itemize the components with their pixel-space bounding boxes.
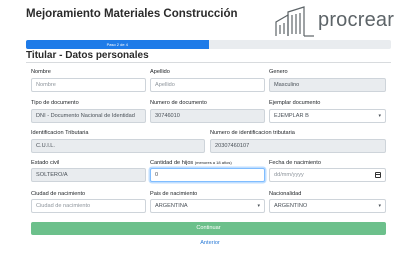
nacionalidad-select[interactable]: ARGENTINO ▾ [269,199,386,213]
section-divider [26,62,391,63]
numero-documento-field: 30746010 [150,109,265,123]
numero-identificacion-field: 20307460107 [210,139,386,153]
fecha-nacimiento-label: Fecha de nacimiento [269,160,321,166]
continue-button[interactable]: Continuar [31,222,386,235]
numero-documento-label: Numero de documento [150,100,207,106]
chevron-down-icon: ▾ [378,203,381,209]
nacionalidad-label: Nacionalidad [269,191,302,197]
cantidad-hijos-label: Cantidad de hijos (menores a 18 años) [150,160,232,166]
calendar-icon[interactable] [375,172,381,178]
chevron-down-icon: ▾ [378,113,381,119]
tipo-documento-field: DNI - Documento Nacional de Identidad [31,109,146,123]
pais-nacimiento-select[interactable]: ARGENTINA ▾ [150,199,265,213]
logo-text: procrear [318,9,395,31]
cantidad-hijos-input[interactable]: 0 [150,168,265,182]
estado-civil-field: SOLTERO/A [31,168,146,182]
ejemplar-documento-value: EJEMPLAR B [274,113,309,119]
cantidad-hijos-hint: (menores a 18 años) [194,160,232,165]
tipo-documento-label: Tipo de documento [31,100,79,106]
identificacion-tributaria-label: Identificacion Tributaria [31,130,89,136]
section-title: Titular - Datos personales [26,50,149,61]
page-title: Mejoramiento Materiales Construcción [26,8,238,20]
pais-nacimiento-label: Pais de nacimiento [150,191,198,197]
cantidad-hijos-label-text: Cantidad de hijos [150,160,194,166]
nombre-label: Nombre [31,69,51,75]
estado-civil-label: Estado civil [31,160,60,166]
nombre-input[interactable]: Nombre [31,78,146,92]
numero-identificacion-label: Numero de identificacion tributaria [210,130,295,136]
nacionalidad-value: ARGENTINO [274,203,308,209]
pais-nacimiento-value: ARGENTINA [155,203,188,209]
progress-bar: Paso 2 de 4 [26,40,391,49]
building-icon [275,6,314,37]
genero-label: Genero [269,69,288,75]
progress-fill: Paso 2 de 4 [26,40,209,49]
ciudad-nacimiento-input[interactable]: Ciudad de nacimiento [31,199,146,213]
genero-field: Masculino [269,78,386,92]
ejemplar-documento-label: Ejemplar documento [269,100,321,106]
apellido-label: Apellido [150,69,170,75]
back-link[interactable]: Anterior [0,240,420,246]
fecha-nacimiento-placeholder: dd/mm/yyyy [274,172,304,178]
chevron-down-icon: ▾ [257,203,260,209]
identificacion-tributaria-field: C.U.I.L. [31,139,205,153]
fecha-nacimiento-input[interactable]: dd/mm/yyyy [269,168,386,182]
ciudad-nacimiento-label: Ciudad de nacimiento [31,191,86,197]
apellido-input[interactable]: Apellido [150,78,265,92]
procrear-logo: procrear [274,6,394,38]
progress-label: Paso 2 de 4 [106,42,128,47]
ejemplar-documento-select[interactable]: EJEMPLAR B ▾ [269,109,386,123]
